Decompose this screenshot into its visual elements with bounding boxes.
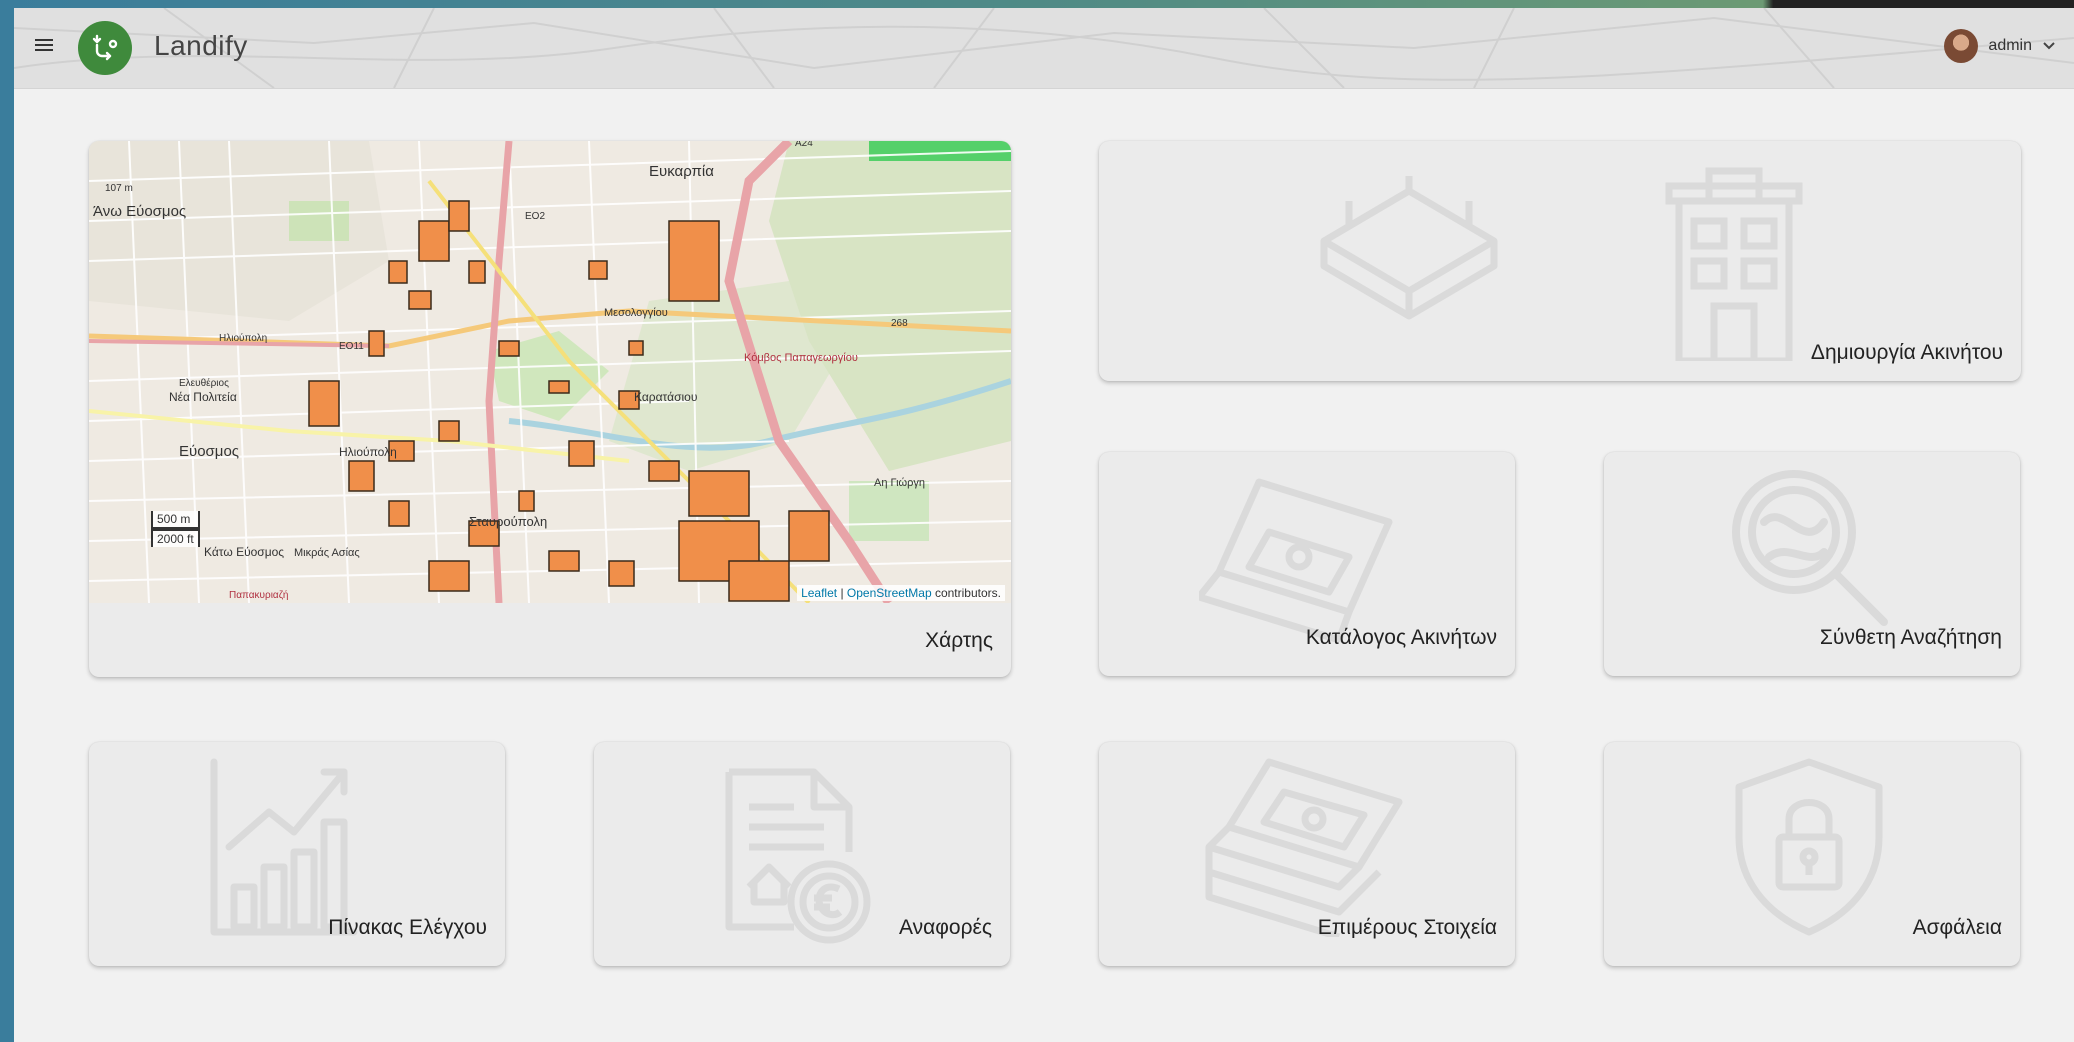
window-top-strip bbox=[0, 0, 2074, 8]
user-menu[interactable]: admin bbox=[1936, 24, 2064, 68]
leaflet-link[interactable]: Leaflet bbox=[801, 586, 837, 600]
magnifier-map-icon bbox=[1732, 470, 1888, 626]
map-card-label: Χάρτης bbox=[925, 629, 993, 652]
map-label-road-eo11: EO11 bbox=[339, 341, 364, 352]
top-header: Landify admin bbox=[14, 8, 2074, 89]
map-attribution: Leaflet | OpenStreetMap contributors. bbox=[797, 585, 1005, 601]
growth-chart-icon bbox=[210, 758, 358, 936]
advanced-search-card[interactable]: Σύνθετη Αναζήτηση bbox=[1604, 452, 2020, 676]
create-property-label: Δημιουργία Ακινήτου bbox=[1810, 341, 2003, 364]
shield-lock-icon bbox=[1735, 758, 1883, 936]
map-label-road-a24: A24 bbox=[795, 141, 813, 149]
map-label-ag-georgi: Αη Γιώργη bbox=[874, 477, 925, 489]
user-avatar bbox=[1944, 29, 1979, 63]
map-label-ilioupoli-street: Ηλιούπολη bbox=[219, 332, 267, 344]
map-label-evkarpia: Ευκαρπία bbox=[649, 163, 714, 180]
app-window: Landify admin Άνω Εύοσμος Ευκαρπία Εύοσμ… bbox=[14, 8, 2074, 1042]
map-label-komvos: Κόμβος Παπαγεωργίου bbox=[744, 352, 858, 364]
details-card[interactable]: Επιμέρους Στοιχεία bbox=[1099, 742, 1515, 966]
property-catalog-label: Κατάλογος Ακινήτων bbox=[1305, 626, 1497, 649]
user-name: admin bbox=[1988, 37, 2032, 54]
map-label-nea-politeia: Νέα Πολιτεία bbox=[169, 390, 237, 404]
reports-card[interactable]: Αναφορές bbox=[594, 742, 1010, 966]
map-label-mikras-asias: Μικράς Ασίας bbox=[294, 547, 360, 559]
map-label-evosmos: Εύοσμος bbox=[179, 443, 239, 460]
map-label-elev-268: 268 bbox=[891, 318, 908, 329]
dashboard-card[interactable]: Πίνακας Ελέγχου bbox=[89, 742, 505, 966]
land-plot-icon bbox=[1320, 176, 1498, 320]
map-label-elev-107: 107 m bbox=[105, 183, 133, 194]
dashboard-label: Πίνακας Ελέγχου bbox=[328, 916, 487, 939]
map-label-road-eo2: EO2 bbox=[525, 211, 545, 222]
details-label: Επιμέρους Στοιχεία bbox=[1317, 916, 1497, 939]
building-icon bbox=[1665, 167, 1803, 361]
map-scale: 500 m 2000 ft bbox=[151, 511, 200, 547]
app-logo[interactable] bbox=[78, 21, 132, 75]
osm-link[interactable]: OpenStreetMap bbox=[847, 586, 932, 600]
security-label: Ασφάλεια bbox=[1912, 916, 2002, 939]
map-label-karatasiou: Καρατάσιου bbox=[634, 390, 697, 404]
chevron-down-icon bbox=[2043, 42, 2055, 50]
map-label-ilioupoli: Ηλιούπολη bbox=[339, 445, 397, 459]
map-tiles: Άνω Εύοσμος Ευκαρπία Εύοσμος Νέα Πολιτεί… bbox=[89, 141, 1011, 603]
map-stack-icon bbox=[1205, 758, 1403, 937]
app-title: Landify bbox=[154, 30, 248, 61]
map-label-kato-evosmos: Κάτω Εύοσμος bbox=[204, 545, 284, 559]
attribution-suffix: contributors. bbox=[931, 586, 1001, 600]
security-card[interactable]: Ασφάλεια bbox=[1604, 742, 2020, 966]
reports-label: Αναφορές bbox=[899, 916, 992, 939]
map-label-ano-evosmos: Άνω Εύοσμος bbox=[93, 203, 186, 220]
laptop-map-icon bbox=[1199, 478, 1393, 642]
euro-document-icon bbox=[725, 768, 871, 944]
map-label-stavroupoli: Σταυρούπολη bbox=[469, 514, 547, 529]
hamburger-menu-icon[interactable] bbox=[34, 36, 56, 58]
map-card[interactable]: Άνω Εύοσμος Ευκαρπία Εύοσμος Νέα Πολιτεί… bbox=[89, 141, 1011, 677]
map-preview[interactable]: Άνω Εύοσμος Ευκαρπία Εύοσμος Νέα Πολιτεί… bbox=[89, 141, 1011, 603]
advanced-search-label: Σύνθετη Αναζήτηση bbox=[1819, 626, 2002, 649]
map-label-mesologgiou: Μεσολογγίου bbox=[604, 307, 668, 319]
map-label-papakyriazi: Παπακυριαζή bbox=[229, 589, 289, 601]
scale-imperial: 2000 ft bbox=[151, 529, 200, 547]
property-catalog-card[interactable]: Κατάλογος Ακινήτων bbox=[1099, 452, 1515, 676]
map-label-eleftherios: Ελευθέριος bbox=[179, 377, 229, 389]
scale-metric: 500 m bbox=[151, 511, 200, 529]
create-property-card[interactable]: Δημιουργία Ακινήτου bbox=[1099, 141, 2021, 381]
route-icon bbox=[92, 34, 118, 61]
header-map-background bbox=[14, 8, 2074, 88]
attribution-separator: | bbox=[837, 586, 847, 600]
